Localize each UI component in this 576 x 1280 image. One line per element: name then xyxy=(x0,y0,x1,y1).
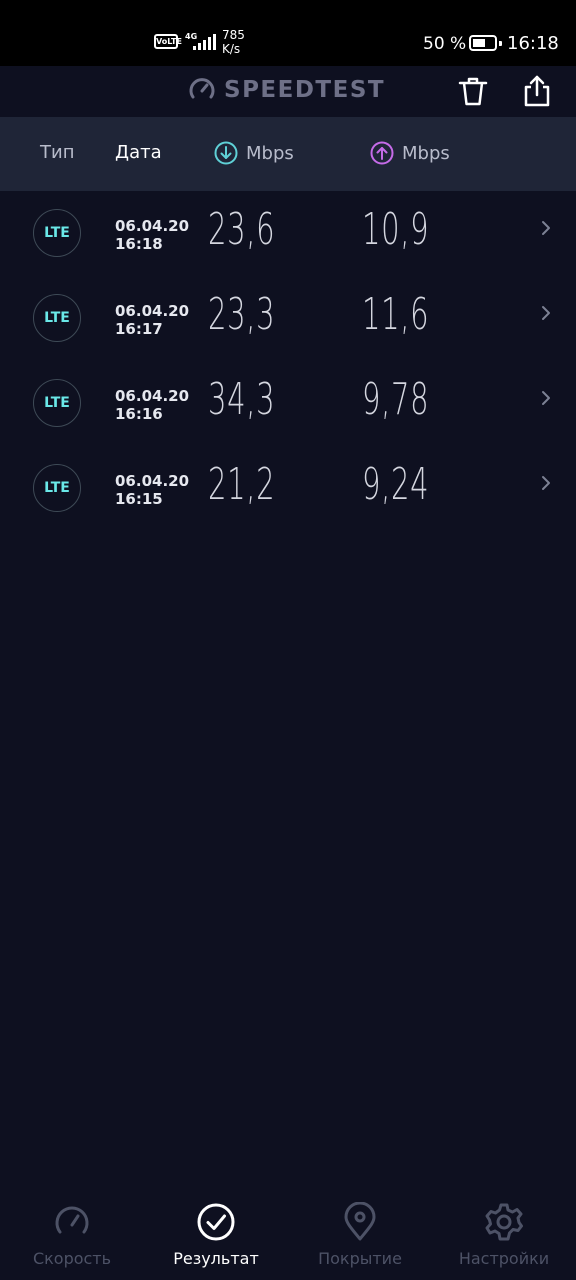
connection-type-badge: LTE xyxy=(33,294,81,342)
volte-indicator: VoLTE xyxy=(154,34,182,49)
check-circle-icon xyxy=(197,1203,235,1241)
connection-type-badge: LTE xyxy=(33,464,81,512)
download-value: 23,6 xyxy=(208,204,276,255)
connection-type-badge: LTE xyxy=(33,379,81,427)
chevron-right-icon xyxy=(542,306,550,320)
result-date: 06.04.20 xyxy=(115,387,190,405)
nav-results[interactable]: Результат xyxy=(144,1188,288,1280)
bottom-navigation: Скорость Результат Покрытие Настройки xyxy=(0,1188,576,1280)
nav-label: Результат xyxy=(173,1249,259,1268)
battery-percent: 50 % xyxy=(423,34,467,54)
nav-coverage[interactable]: Покрытие xyxy=(288,1188,432,1280)
signal-icon xyxy=(193,34,216,50)
speedometer-logo-icon xyxy=(189,78,215,99)
download-value: 21,2 xyxy=(208,459,276,510)
network-speed-value: 785 xyxy=(222,28,245,42)
upload-unit-label: Mbps xyxy=(402,142,450,164)
speedtest-results-screen: VoLTE 4G 785 K/s 50 % 16:18 SPEEDTEST Ти… xyxy=(0,0,576,1280)
result-time: 16:16 xyxy=(115,405,163,423)
result-date: 06.04.20 xyxy=(115,302,190,320)
result-date: 06.04.20 xyxy=(115,217,190,235)
results-table-header: Тип Дата Mbps Mbps xyxy=(0,117,576,191)
nav-label: Покрытие xyxy=(318,1249,402,1268)
nav-speed[interactable]: Скорость xyxy=(0,1188,144,1280)
download-unit-label: Mbps xyxy=(246,142,294,164)
nav-settings[interactable]: Настройки xyxy=(432,1188,576,1280)
column-download[interactable]: Mbps xyxy=(214,141,294,165)
gear-icon xyxy=(485,1203,523,1241)
share-icon xyxy=(524,75,550,107)
nav-label: Скорость xyxy=(32,1249,112,1268)
share-button[interactable] xyxy=(520,74,554,108)
speedtest-logo: SPEEDTEST xyxy=(188,76,385,104)
column-date[interactable]: Дата xyxy=(115,142,162,163)
app-title: SPEEDTEST xyxy=(224,77,386,103)
chevron-right-icon xyxy=(542,221,550,235)
download-value: 23,3 xyxy=(208,289,276,340)
speedometer-icon xyxy=(55,1206,89,1234)
result-time: 16:18 xyxy=(115,235,163,253)
result-datetime: 06.04.20 16:15 xyxy=(115,472,189,508)
trash-icon xyxy=(458,77,488,106)
result-datetime: 06.04.20 16:17 xyxy=(115,302,189,338)
app-header: SPEEDTEST xyxy=(0,66,576,117)
upload-value: 9,78 xyxy=(362,374,430,425)
chevron-right-icon xyxy=(542,476,550,490)
upload-value: 9,24 xyxy=(362,459,430,510)
nav-label: Настройки xyxy=(458,1249,550,1268)
result-date: 06.04.20 xyxy=(115,472,190,490)
network-speed: 785 K/s xyxy=(222,28,245,56)
status-time: 16:18 xyxy=(507,33,559,54)
delete-button[interactable] xyxy=(456,74,490,108)
upload-arrow-icon xyxy=(370,141,394,165)
column-upload[interactable]: Mbps xyxy=(370,141,450,165)
result-time: 16:17 xyxy=(115,320,163,338)
download-arrow-icon xyxy=(214,141,238,165)
result-row[interactable]: LTE 06.04.20 16:16 34,3 9,78 xyxy=(0,362,576,447)
column-type[interactable]: Тип xyxy=(40,142,74,163)
status-bar: VoLTE 4G 785 K/s 50 % 16:18 xyxy=(0,0,576,66)
result-row[interactable]: LTE 06.04.20 16:15 21,2 9,24 xyxy=(0,447,576,532)
result-datetime: 06.04.20 16:18 xyxy=(115,217,189,253)
result-row[interactable]: LTE 06.04.20 16:18 23,6 10,9 xyxy=(0,192,576,277)
result-row[interactable]: LTE 06.04.20 16:17 23,3 11,6 xyxy=(0,277,576,362)
chevron-right-icon xyxy=(542,391,550,405)
download-value: 34,3 xyxy=(208,374,276,425)
network-speed-unit: K/s xyxy=(222,42,241,56)
map-pin-icon xyxy=(344,1202,376,1241)
upload-value: 11,6 xyxy=(362,289,430,340)
result-time: 16:15 xyxy=(115,490,163,508)
battery-icon xyxy=(469,35,502,51)
upload-value: 10,9 xyxy=(362,204,430,255)
connection-type-badge: LTE xyxy=(33,209,81,257)
result-datetime: 06.04.20 16:16 xyxy=(115,387,189,423)
